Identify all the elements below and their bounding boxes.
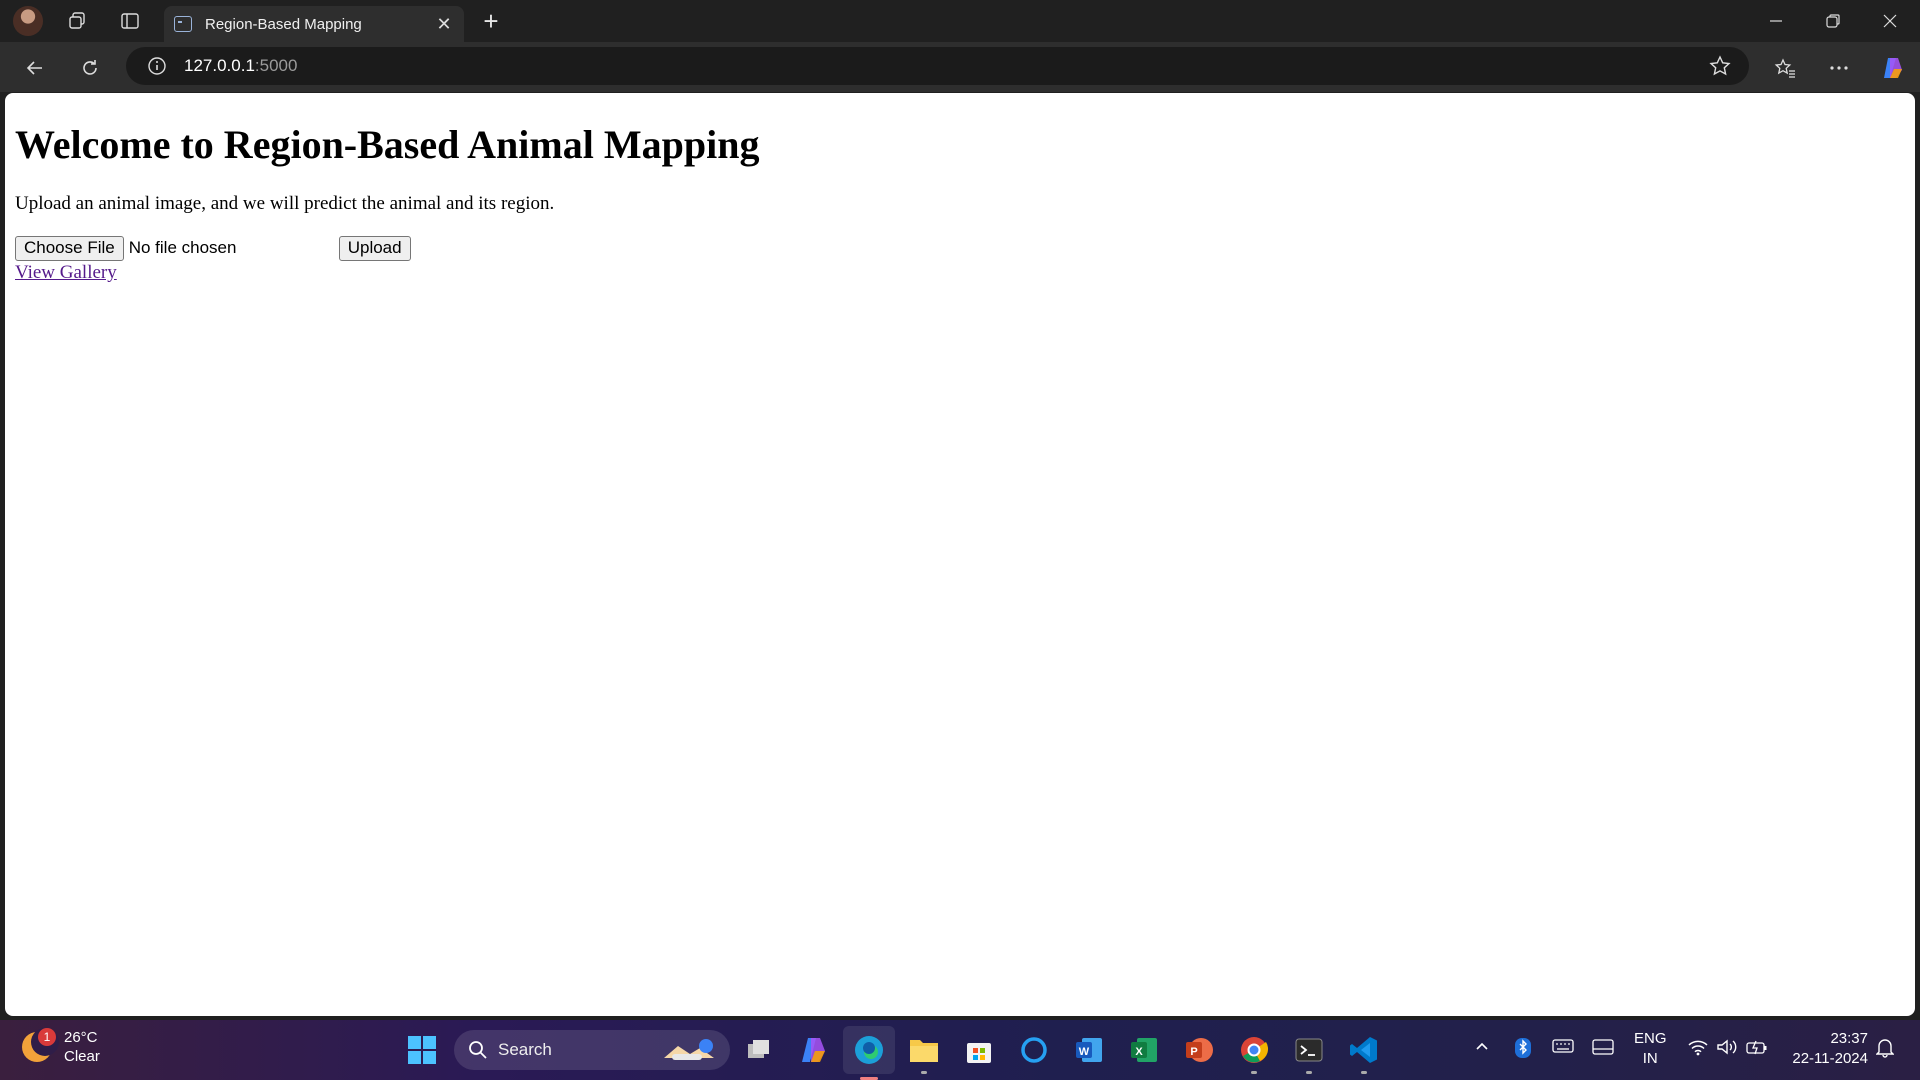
vertical-tabs-icon[interactable] bbox=[115, 6, 145, 36]
terminal-icon[interactable] bbox=[1291, 1032, 1327, 1074]
volume-icon[interactable] bbox=[1716, 1038, 1738, 1060]
copilot-taskbar-icon[interactable] bbox=[796, 1032, 832, 1068]
profile-avatar[interactable] bbox=[13, 6, 43, 36]
display-icon[interactable] bbox=[1592, 1038, 1614, 1060]
copilot-icon[interactable] bbox=[1876, 51, 1910, 85]
close-window-icon[interactable] bbox=[1862, 0, 1918, 42]
file-status-text: No file chosen bbox=[128, 238, 237, 257]
language-region: IN bbox=[1642, 1050, 1658, 1067]
upload-button[interactable]: Upload bbox=[338, 235, 411, 261]
svg-text:X: X bbox=[1135, 1046, 1143, 1058]
chrome-icon[interactable] bbox=[1236, 1032, 1272, 1074]
keyboard-icon[interactable] bbox=[1552, 1038, 1574, 1058]
page-favicon-icon bbox=[174, 16, 192, 32]
word-icon[interactable]: W bbox=[1071, 1032, 1107, 1068]
back-arrow-icon[interactable] bbox=[18, 51, 52, 85]
tab-title: Region-Based Mapping bbox=[205, 15, 362, 33]
page-description: Upload an animal image, and we will pred… bbox=[15, 193, 555, 214]
favorites-icon[interactable] bbox=[1768, 51, 1802, 85]
notification-bell-icon[interactable] bbox=[1875, 1038, 1895, 1062]
svg-text:W: W bbox=[1079, 1046, 1090, 1058]
restore-icon[interactable] bbox=[1805, 0, 1861, 42]
address-bar[interactable]: 127.0.0.1:5000 bbox=[126, 47, 1749, 85]
more-options-icon[interactable] bbox=[1822, 51, 1856, 85]
close-tab-icon[interactable]: ✕ bbox=[432, 12, 456, 36]
windows-start-icon[interactable] bbox=[404, 1032, 440, 1068]
web-page-viewport: Welcome to Region-Based Animal Mapping U… bbox=[5, 93, 1915, 1016]
weather-badge: 1 bbox=[38, 1028, 56, 1046]
search-icon bbox=[468, 1040, 488, 1060]
windows-taskbar: 1 26°C Clear Search W X P ENG IN 23:37 2… bbox=[0, 1020, 1920, 1080]
view-gallery-link[interactable]: View Gallery bbox=[15, 262, 117, 284]
clock-time: 23:37 bbox=[1830, 1030, 1868, 1047]
svg-text:P: P bbox=[1190, 1046, 1197, 1058]
show-hidden-icons-chevron-up-icon[interactable] bbox=[1474, 1038, 1490, 1058]
vscode-icon[interactable] bbox=[1346, 1032, 1382, 1074]
running-app-indicator bbox=[1361, 1071, 1367, 1074]
site-info-icon[interactable] bbox=[146, 55, 168, 77]
workspaces-icon[interactable] bbox=[62, 6, 92, 36]
choose-file-button[interactable]: Choose File bbox=[15, 235, 124, 261]
edge-browser-icon[interactable] bbox=[843, 1026, 895, 1080]
url-port: :5000 bbox=[254, 56, 298, 75]
search-label: Search bbox=[498, 1040, 552, 1059]
running-app-indicator bbox=[1251, 1071, 1257, 1074]
system-clock[interactable]: 23:37 22-11-2024 bbox=[1782, 1029, 1868, 1069]
page-heading: Welcome to Region-Based Animal Mapping bbox=[15, 122, 760, 167]
taskbar-search[interactable]: Search bbox=[454, 1030, 730, 1070]
running-app-indicator bbox=[921, 1071, 927, 1074]
wifi-icon[interactable] bbox=[1687, 1038, 1709, 1060]
battery-charging-icon[interactable] bbox=[1746, 1038, 1768, 1060]
url-text: 127.0.0.1:5000 bbox=[184, 56, 297, 76]
excel-icon[interactable]: X bbox=[1126, 1032, 1162, 1068]
bluetooth-icon[interactable] bbox=[1515, 1038, 1531, 1062]
favorite-star-icon[interactable] bbox=[1709, 55, 1731, 77]
task-view-icon[interactable] bbox=[740, 1032, 776, 1068]
weather-temperature: 26°C bbox=[64, 1029, 98, 1046]
browser-title-bar: Region-Based Mapping ✕ + bbox=[0, 0, 1920, 42]
running-app-indicator bbox=[1306, 1071, 1312, 1074]
url-host: 127.0.0.1 bbox=[184, 56, 255, 75]
powerpoint-icon[interactable]: P bbox=[1181, 1032, 1217, 1068]
upload-form: Choose File No file chosen Upload bbox=[15, 235, 1905, 261]
clock-date: 22-11-2024 bbox=[1792, 1050, 1868, 1067]
minimize-icon[interactable] bbox=[1748, 0, 1804, 42]
search-highlight-icon bbox=[660, 1036, 720, 1069]
weather-condition: Clear bbox=[64, 1048, 100, 1065]
language-code: ENG bbox=[1634, 1030, 1667, 1047]
weather-widget[interactable]: 1 26°C Clear bbox=[22, 1028, 100, 1066]
cortana-icon[interactable] bbox=[1016, 1032, 1052, 1068]
microsoft-store-icon[interactable] bbox=[961, 1032, 997, 1068]
refresh-icon[interactable] bbox=[73, 51, 107, 85]
browser-toolbar: 127.0.0.1:5000 bbox=[0, 42, 1920, 92]
tab-region-based-mapping[interactable]: Region-Based Mapping ✕ bbox=[164, 6, 464, 42]
file-explorer-icon[interactable] bbox=[906, 1032, 942, 1074]
input-language-indicator[interactable]: ENG IN bbox=[1634, 1029, 1667, 1069]
new-tab-icon[interactable]: + bbox=[476, 6, 506, 36]
